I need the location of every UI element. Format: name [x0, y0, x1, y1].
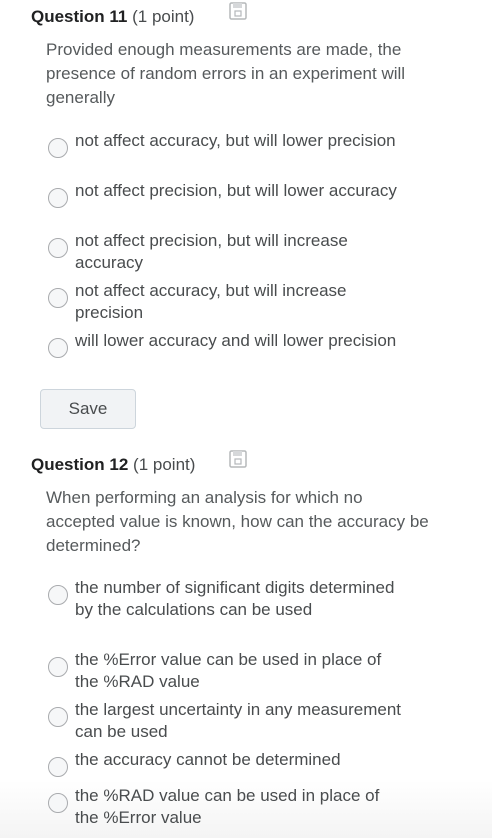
answer-option[interactable]: the largest uncertainty in any measureme… — [48, 699, 428, 743]
question-header: Question 12 (1 point) — [31, 455, 195, 475]
option-label: the %RAD value can be used in place of t… — [75, 786, 380, 827]
radio-button[interactable] — [48, 338, 68, 358]
floppy-disk-icon — [229, 2, 247, 20]
answer-option[interactable]: the %Error value can be used in place of… — [48, 649, 428, 693]
answer-option[interactable]: the number of significant digits determi… — [48, 577, 428, 621]
answer-option[interactable]: not affect accuracy, but will increase p… — [48, 280, 428, 324]
question-text: Provided enough measurements are made, t… — [46, 40, 406, 107]
save-button[interactable]: Save — [40, 389, 136, 429]
radio-button[interactable] — [48, 288, 68, 308]
option-label: not affect accuracy, but will lower prec… — [75, 131, 396, 150]
option-label: the accuracy cannot be determined — [75, 750, 341, 769]
option-label: the number of significant digits determi… — [75, 578, 395, 619]
radio-button[interactable] — [48, 757, 68, 777]
radio-button[interactable] — [48, 793, 68, 813]
radio-button[interactable] — [48, 138, 68, 158]
option-label: the %Error value can be used in place of… — [75, 650, 382, 691]
answer-option[interactable]: not affect precision, but will lower acc… — [48, 180, 428, 208]
radio-button[interactable] — [48, 238, 68, 258]
question-points: (1 point) — [132, 7, 195, 26]
answer-option[interactable]: not affect accuracy, but will lower prec… — [48, 130, 428, 158]
option-label: not affect accuracy, but will increase p… — [75, 281, 347, 322]
question-text: When performing an analysis for which no… — [46, 488, 429, 555]
option-label: not affect precision, but will increase … — [75, 231, 348, 272]
answer-option[interactable]: will lower accuracy and will lower preci… — [48, 330, 428, 358]
answer-option[interactable]: the %RAD value can be used in place of t… — [48, 785, 428, 829]
radio-button[interactable] — [48, 657, 68, 677]
question-number: Question 12 — [31, 455, 129, 474]
radio-button[interactable] — [48, 707, 68, 727]
answer-option[interactable]: the accuracy cannot be determined — [48, 749, 428, 777]
option-label: the largest uncertainty in any measureme… — [75, 700, 402, 741]
question-number: Question 11 — [31, 7, 128, 26]
option-label: will lower accuracy and will lower preci… — [75, 331, 397, 350]
radio-button[interactable] — [48, 188, 68, 208]
option-label: not affect precision, but will lower acc… — [75, 181, 397, 200]
answer-option[interactable]: not affect precision, but will increase … — [48, 230, 428, 274]
radio-button[interactable] — [48, 585, 68, 605]
question-points: (1 point) — [133, 455, 196, 474]
question-header: Question 11 (1 point) — [31, 7, 194, 27]
floppy-disk-icon — [229, 450, 247, 468]
